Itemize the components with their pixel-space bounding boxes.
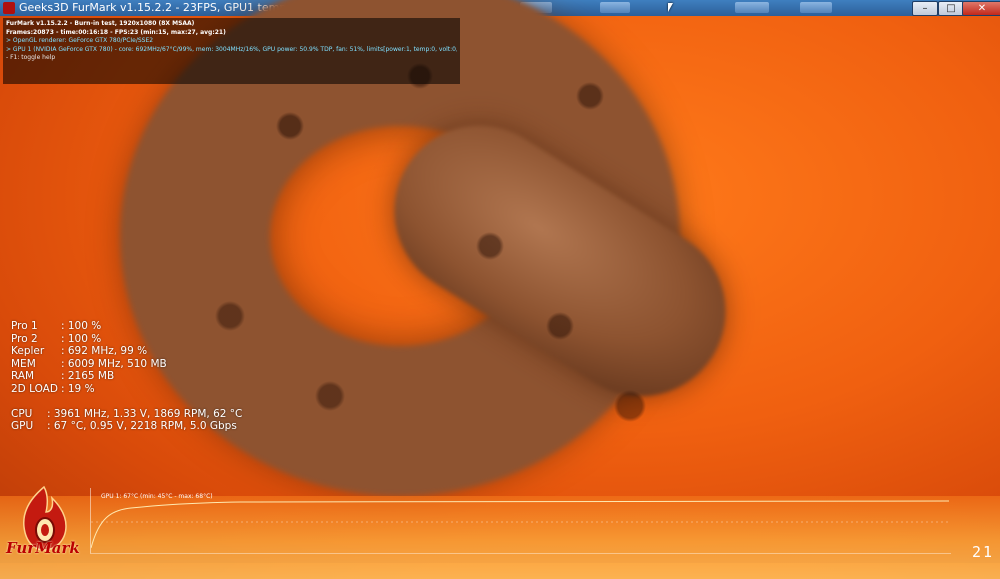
- hud-frames-line: Frames:20873 - time:00:16:18 - FPS:23 (m…: [6, 28, 226, 36]
- monitor-row: 2D LOAD: 19 %: [11, 383, 242, 396]
- gpu-value: : 67 °C, 0.95 V, 2218 RPM, 5.0 Gbps: [47, 420, 237, 432]
- hud-gpu-line: > GPU 1 (NVIDIA GeForce GTX 780) - core:…: [6, 45, 457, 53]
- mouse-cursor-icon: [668, 3, 673, 12]
- monitor-label: 2D LOAD: [11, 382, 58, 395]
- monitor-label: MEM: [11, 357, 36, 370]
- furmark-logo-text: FurMark: [6, 539, 80, 557]
- monitor-value: : 19 %: [61, 382, 95, 395]
- monitor-label: Kepler: [11, 345, 45, 357]
- furmark-info-overlay: FurMark v1.15.2.2 - Burn-in test, 1920x1…: [3, 18, 460, 84]
- gpu-temperature-graph: GPU 1: 67°C (min: 45°C - max: 68°C): [90, 488, 951, 554]
- graph-plot: [91, 500, 950, 549]
- monitor-row: MEM : 6009 MHz, 510 MB: [11, 358, 242, 371]
- monitor-row: Kepler : 692 MHz, 99 %: [11, 345, 242, 358]
- minimize-button[interactable]: –: [912, 1, 938, 16]
- hud-help-line: - F1: toggle help: [6, 54, 56, 62]
- monitor-value: : 6009 MHz, 510 MB: [61, 357, 167, 370]
- furmark-render-viewport: [0, 0, 1000, 579]
- monitor-label: Pro 1: [11, 320, 38, 332]
- cpu-label: CPU: [11, 407, 33, 420]
- background-window-thumbnail: [800, 2, 832, 13]
- monitor-value: : 2165 MB: [61, 370, 115, 382]
- gpu-label: GPU: [11, 420, 34, 432]
- background-window-thumbnail: [600, 2, 630, 13]
- monitor-value: : 100 %: [61, 320, 102, 332]
- background-window-thumbnail: [735, 2, 769, 13]
- monitor-label: Pro 2: [11, 332, 38, 345]
- hud-version-line: FurMark v1.15.2.2 - Burn-in test, 1920x1…: [6, 20, 195, 27]
- monitor-row: RAM : 2165 MB: [11, 370, 242, 383]
- monitor-value: : 692 MHz, 99 %: [61, 345, 148, 357]
- close-button[interactable]: ✕: [962, 1, 1000, 16]
- cpu-stats-row: CPU : 3961 MHz, 1.33 V, 1869 RPM, 62 °C: [11, 408, 242, 421]
- frame-counter: 21: [971, 543, 994, 561]
- monitor-row: Pro 1 : 100 %: [11, 320, 242, 333]
- temperature-curve: [91, 500, 950, 549]
- furmark-app-icon: [3, 2, 15, 14]
- monitor-row: Pro 2 : 100 %: [11, 333, 242, 346]
- cpu-value: : 3961 MHz, 1.33 V, 1869 RPM, 62 °C: [47, 407, 243, 420]
- hud-renderer-line: > OpenGL renderer: GeForce GTX 780/PCIe/…: [6, 37, 154, 45]
- hardware-monitor-panel: Pro 1 : 100 % Pro 2 : 100 % Kepler : 692 MH…: [11, 320, 242, 433]
- monitor-label: RAM: [11, 370, 35, 382]
- maximize-button[interactable]: □: [938, 1, 964, 16]
- monitor-value: : 100 %: [61, 332, 102, 345]
- gpu-stats-row: GPU : 67 °C, 0.95 V, 2218 RPM, 5.0 Gbps: [11, 420, 242, 433]
